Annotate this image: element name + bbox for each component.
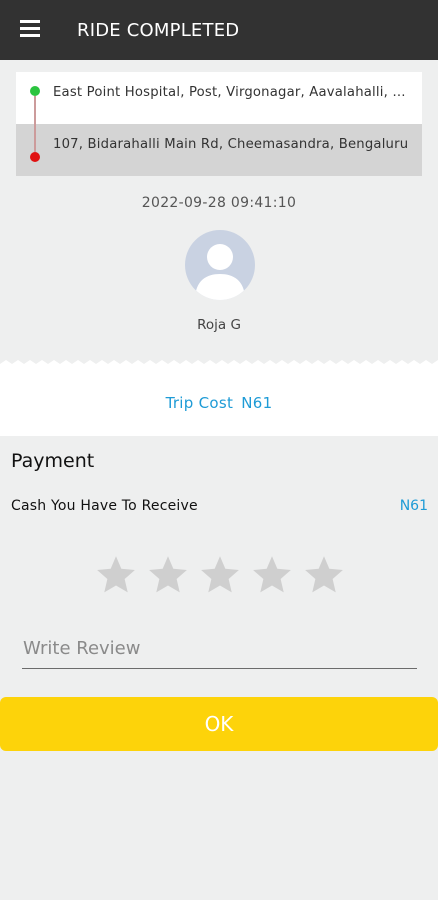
dropoff-row: 107, Bidarahalli Main Rd, Cheemasandra, … bbox=[16, 124, 422, 176]
person-avatar-icon bbox=[185, 230, 255, 300]
pickup-row: East Point Hospital, Post, Virgonagar, A… bbox=[16, 72, 422, 124]
star-icon[interactable] bbox=[198, 553, 242, 597]
route-card: East Point Hospital, Post, Virgonagar, A… bbox=[16, 72, 422, 176]
payment-title: Payment bbox=[11, 450, 95, 472]
hamburger-menu-icon[interactable] bbox=[18, 19, 42, 39]
route-connector-line bbox=[34, 96, 36, 152]
star-icon[interactable] bbox=[146, 553, 190, 597]
trip-cost-band: Trip Cost N61 bbox=[0, 368, 438, 436]
star-icon[interactable] bbox=[94, 553, 138, 597]
star-icon[interactable] bbox=[302, 553, 346, 597]
cash-to-receive-amount: N61 bbox=[399, 498, 428, 514]
write-review-input[interactable] bbox=[22, 632, 417, 669]
dropoff-address: 107, Bidarahalli Main Rd, Cheemasandra, … bbox=[53, 137, 409, 152]
ok-button[interactable]: OK bbox=[0, 697, 438, 751]
trip-cost-label: Trip Cost bbox=[165, 394, 234, 412]
cash-to-receive-label: Cash You Have To Receive bbox=[11, 498, 198, 514]
star-icon[interactable] bbox=[250, 553, 294, 597]
star-rating bbox=[94, 553, 346, 597]
trip-cost-amount: N61 bbox=[241, 394, 273, 412]
page-title: RIDE COMPLETED bbox=[77, 20, 240, 41]
pickup-dot-icon bbox=[30, 86, 40, 96]
driver-name: Roja G bbox=[197, 317, 241, 333]
trip-cost: Trip Cost N61 bbox=[0, 394, 438, 412]
dropoff-dot-icon bbox=[30, 152, 40, 162]
pickup-address: East Point Hospital, Post, Virgonagar, A… bbox=[53, 85, 413, 100]
top-app-bar: RIDE COMPLETED bbox=[0, 0, 438, 60]
ride-datetime: 2022-09-28 09:41:10 bbox=[141, 195, 297, 211]
